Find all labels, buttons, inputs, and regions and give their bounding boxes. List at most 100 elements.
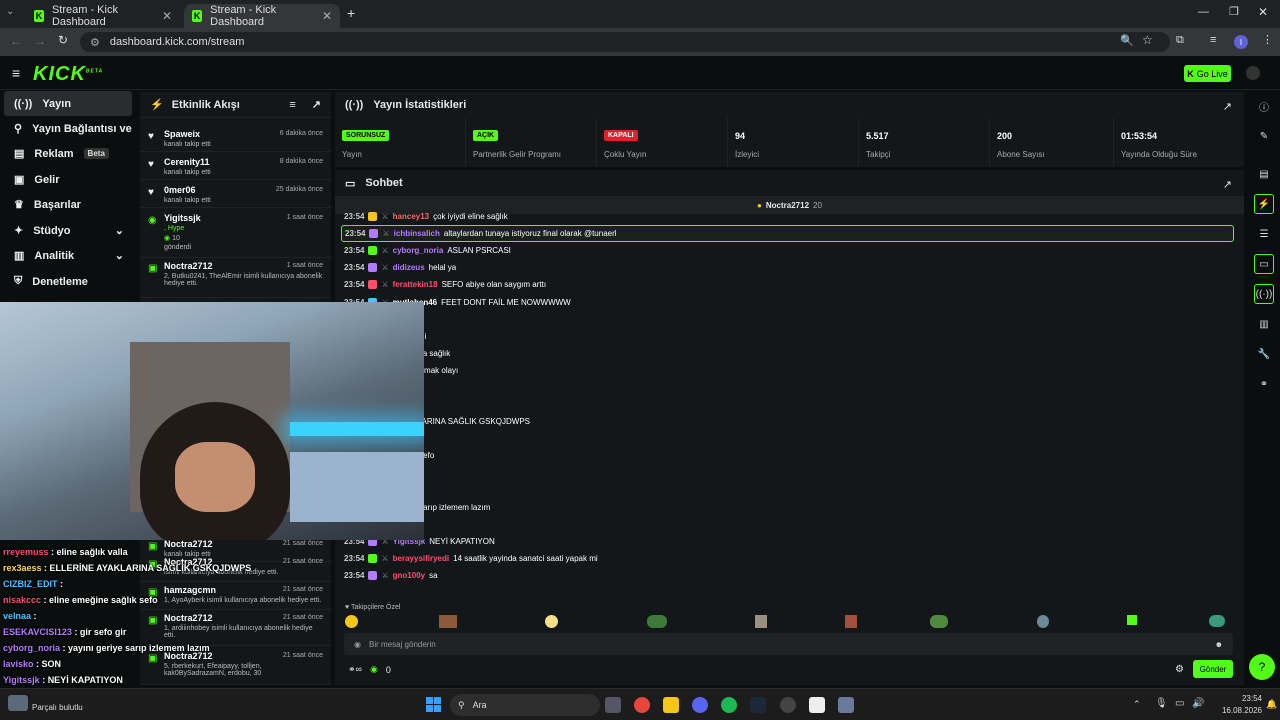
emote-icon[interactable] — [345, 615, 358, 628]
coin-icon: ● — [757, 200, 762, 210]
emote-icon[interactable] — [439, 615, 457, 628]
emote-icon[interactable] — [545, 615, 558, 628]
back-icon[interactable]: ← — [10, 34, 22, 48]
taskbar-search[interactable]: ⚲ Ara — [450, 694, 600, 716]
overlay-chat-line: Yigitssjk : NEYİ KAPATIYON — [3, 675, 123, 685]
sidebar-item-income[interactable]: ▣ Gelir — [4, 167, 132, 192]
popout-icon[interactable]: ↗ — [312, 98, 321, 111]
chat-message[interactable]: 23:54 ⚔ didizeus helal ya — [344, 259, 456, 276]
sidebar-item-studio[interactable]: ✦ Stüdyo ⌄ — [4, 218, 132, 243]
chat-input[interactable]: ◉ Bir mesaj gönderin ☻ — [344, 633, 1233, 655]
hamburger-menu-icon[interactable]: ≡ — [12, 65, 20, 81]
link-icon[interactable]: ⚭∞ — [348, 664, 362, 675]
chat-username[interactable]: hancey13 — [393, 212, 429, 221]
filter-icon[interactable]: ≡ — [289, 99, 295, 111]
sidebar-item-stream-key[interactable]: ⚲Yayın Bağlantısı ve Anahtarı — [4, 116, 132, 141]
chat-message[interactable]: 23:54 ⚔ hancey13 çok iyiydi eline sağlık — [344, 208, 508, 225]
notification-bell-icon[interactable]: 🔔 — [1266, 699, 1277, 710]
chat-text: sa — [429, 571, 438, 581]
settings-app-icon[interactable] — [838, 697, 854, 713]
volume-icon[interactable]: 🔊 — [1192, 698, 1204, 709]
emote-icon[interactable] — [1037, 615, 1049, 628]
forward-icon[interactable]: → — [34, 34, 46, 48]
maximize-icon[interactable]: ❐ — [1229, 5, 1239, 18]
spotify-icon[interactable] — [721, 697, 737, 713]
chat-message[interactable]: 23:54 ⚔ ferattekin18 SEFO abiye olan saygım… — [344, 276, 546, 293]
emote-icon[interactable] — [647, 615, 667, 628]
send-button[interactable]: Gönder — [1193, 660, 1233, 678]
media-control-icon[interactable]: ≡ — [1210, 34, 1216, 46]
taskbar-clock[interactable]: 23:54 16.08.2026 — [1212, 693, 1262, 717]
info-icon[interactable]: ⓘ — [1254, 96, 1274, 116]
discord-icon[interactable] — [692, 697, 708, 713]
close-tab-icon[interactable]: ✕ — [162, 9, 172, 23]
chat-timestamp: 23:54 — [344, 554, 365, 563]
microphone-icon[interactable]: 🎙 — [1155, 698, 1168, 709]
activity-panel-toggle-icon[interactable]: ⚡ — [1254, 194, 1274, 214]
help-support-icon[interactable]: ? — [1249, 654, 1275, 680]
chat-message[interactable]: 23:54 ⚔ ichbinsalich altaylardan tunaya ist… — [341, 225, 1234, 243]
browser-tab-1[interactable]: K Stream - Kick Dashboard ✕ — [26, 4, 180, 28]
chrome-icon[interactable] — [634, 697, 650, 713]
network-icon[interactable]: ▭ — [1175, 698, 1184, 709]
profile-avatar[interactable]: I — [1234, 35, 1248, 49]
mod-icon[interactable]: ▥ — [1254, 314, 1274, 334]
obs-icon[interactable] — [780, 697, 796, 713]
emote-icon[interactable] — [930, 615, 948, 628]
address-field[interactable]: ⚙ dashboard.kick.com/stream — [80, 32, 1170, 52]
weather-icon[interactable] — [8, 695, 28, 711]
list-icon[interactable]: ☰ — [1254, 224, 1274, 244]
minimize-icon[interactable]: — — [1198, 6, 1209, 18]
tools-icon[interactable]: 🔧 — [1254, 344, 1274, 364]
file-explorer-icon[interactable] — [663, 697, 679, 713]
chat-settings-gear-icon[interactable]: ⚙ — [1175, 664, 1184, 675]
emote-icon[interactable] — [1209, 615, 1225, 627]
go-live-button[interactable]: K Go Live — [1184, 65, 1231, 82]
chat-username[interactable]: ichbinsalich — [394, 229, 440, 238]
tab-search-icon[interactable]: ⌄ — [6, 6, 14, 17]
edit-icon[interactable]: ✎ — [1254, 126, 1274, 146]
popout-icon[interactable]: ↗ — [1223, 178, 1232, 191]
emoji-icon[interactable]: ☻ — [1215, 640, 1223, 649]
chat-panel-toggle-icon[interactable]: ▭ — [1254, 254, 1274, 274]
sidebar-item-achievements[interactable]: ♛ Başarılar — [4, 192, 132, 217]
chat-message[interactable]: 23:54 ⚔ cyborg_noria ASLAN PSRCASI — [344, 242, 511, 259]
chat-username[interactable]: gno100y — [393, 571, 425, 580]
tray-chevron-icon[interactable]: ⌃ — [1133, 699, 1141, 710]
chat-username[interactable]: cyborg_noria — [393, 246, 444, 255]
tab-title: Stream - Kick Dashboard — [51, 4, 118, 28]
chat-message[interactable]: 23:54 ⚔ berayysifiryedi 14 saatlik yayinda … — [344, 550, 598, 567]
user-avatar[interactable] — [1246, 66, 1260, 80]
popout-icon[interactable]: ↗ — [1223, 100, 1232, 113]
emote-icon[interactable] — [1127, 615, 1137, 625]
sidebar-item-ads[interactable]: ▤ Reklam Beta — [4, 141, 132, 166]
chat-username[interactable]: ferattekin18 — [393, 280, 438, 289]
chat-username[interactable]: didizeus — [393, 263, 425, 272]
kick-logo[interactable]: KICKBETA — [33, 63, 103, 86]
chat-message[interactable]: 23:54 ⚔ gno100y sa — [344, 567, 438, 584]
steam-icon[interactable] — [750, 697, 766, 713]
new-tab-icon[interactable]: + — [347, 5, 355, 21]
sidebar-item-analytics[interactable]: ▥ Analitik ⌄ — [4, 243, 132, 268]
close-tab-icon[interactable]: ✕ — [322, 9, 332, 23]
chat-settings-icon[interactable]: ◉ — [354, 640, 361, 649]
site-info-icon[interactable]: ⚙ — [90, 36, 100, 49]
share-icon[interactable]: ⚭ — [1254, 374, 1274, 394]
sidebar-item-stream[interactable]: ((·)) Yayın — [4, 91, 132, 116]
sidebar-item-moderation[interactable]: ⛨ Denetleme — [4, 269, 132, 294]
start-button[interactable] — [426, 697, 442, 713]
task-view-icon[interactable] — [605, 697, 621, 713]
bookmark-star-icon[interactable]: ☆ — [1142, 33, 1153, 47]
chat-username[interactable]: berayysifiryedi — [393, 554, 449, 563]
browser-tab-2-active[interactable]: K Stream - Kick Dashboard ✕ — [184, 4, 340, 28]
layout-icon[interactable]: ▤ — [1254, 164, 1274, 184]
extensions-icon[interactable]: ⧉ — [1176, 34, 1184, 47]
zoom-icon[interactable]: 🔍 — [1120, 34, 1134, 47]
app-icon[interactable] — [809, 697, 825, 713]
emote-icon[interactable] — [845, 615, 857, 628]
browser-menu-icon[interactable]: ⋮ — [1262, 33, 1273, 46]
stream-panel-toggle-icon[interactable]: ((·)) — [1254, 284, 1274, 304]
reload-icon[interactable]: ↻ — [58, 33, 68, 47]
emote-icon[interactable] — [755, 615, 767, 628]
close-window-icon[interactable]: ✕ — [1258, 5, 1268, 19]
